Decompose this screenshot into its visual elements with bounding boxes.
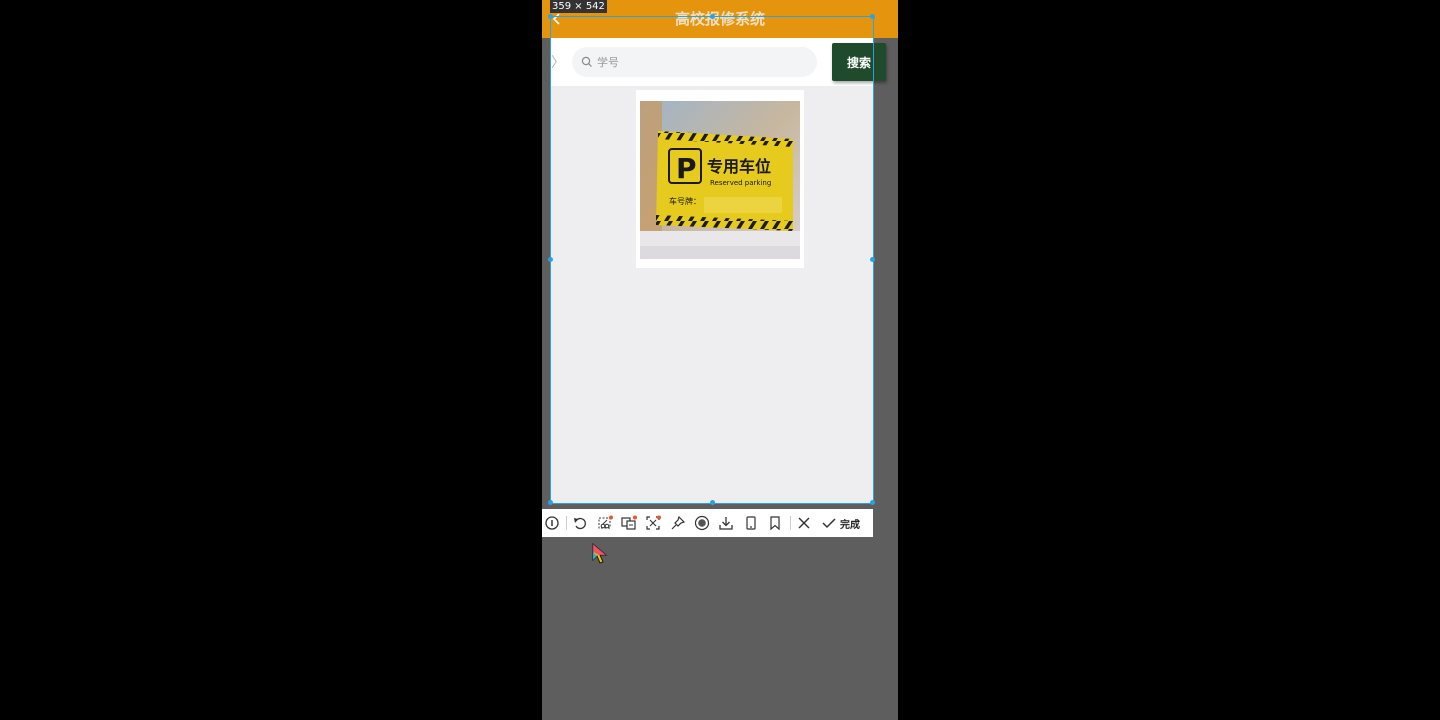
resize-handle[interactable]	[870, 500, 875, 505]
info-icon[interactable]	[544, 515, 560, 531]
mouse-cursor-icon	[592, 543, 608, 564]
capture-toolbar: 完成	[542, 509, 873, 537]
close-icon[interactable]	[796, 515, 812, 531]
capture-size-label: 359 × 542	[550, 0, 607, 13]
toolbar-divider	[790, 516, 791, 530]
bookmark-icon[interactable]	[767, 515, 783, 531]
capture-selection-frame[interactable]	[548, 14, 875, 505]
toolbar-divider	[566, 516, 567, 530]
scissors-icon[interactable]	[597, 515, 613, 531]
undo-icon[interactable]	[572, 515, 588, 531]
pin-icon[interactable]	[670, 515, 686, 531]
resize-handle[interactable]	[548, 257, 553, 262]
phone-icon[interactable]	[743, 515, 759, 531]
scan-icon[interactable]	[645, 515, 661, 531]
resize-handle[interactable]	[710, 500, 715, 505]
download-icon[interactable]	[718, 515, 734, 531]
resize-handle[interactable]	[870, 257, 875, 262]
resize-handle[interactable]	[710, 14, 715, 19]
record-icon[interactable]	[694, 515, 710, 531]
translate-icon[interactable]	[621, 515, 637, 531]
resize-handle[interactable]	[548, 500, 553, 505]
resize-handle[interactable]	[870, 14, 875, 19]
check-icon[interactable]	[821, 515, 837, 531]
resize-handle[interactable]	[548, 14, 553, 19]
done-button[interactable]: 完成	[840, 516, 860, 531]
